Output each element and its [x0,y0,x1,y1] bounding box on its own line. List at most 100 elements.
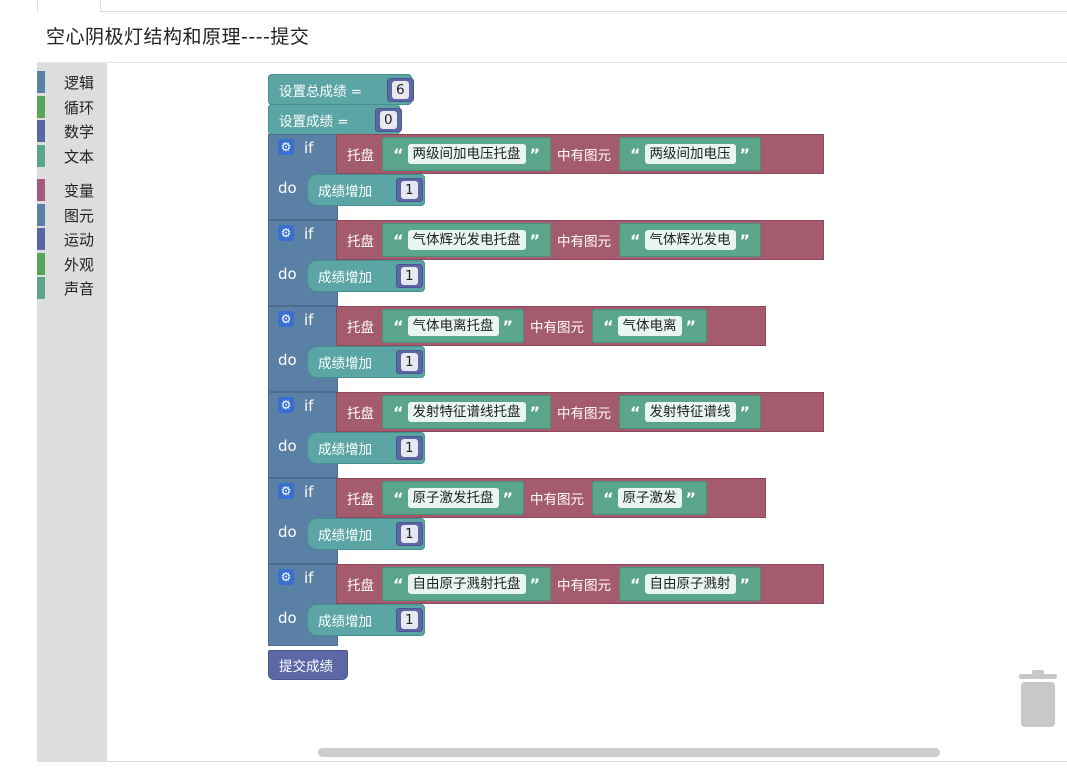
mutator-gear-icon[interactable]: ⚙ [278,483,294,499]
category-label: 图元 [64,206,95,225]
page-title: 空心阴极灯结构和原理----提交 [46,26,310,48]
increment-number-block[interactable]: 1 [396,608,423,632]
increment-number-block[interactable]: 1 [396,522,423,546]
open-quote-icon: “ [393,230,404,250]
toolbox-category[interactable]: 运动 [37,228,107,250]
score-number-block[interactable]: 0 [375,108,402,132]
mutator-gear-icon[interactable]: ⚙ [278,311,294,327]
toolbox-category[interactable]: 文本 [37,145,107,167]
tray-name-string-block[interactable]: “两级间加电压托盘” [382,137,552,171]
element-name-value[interactable]: 气体电离 [617,316,682,336]
element-name-string-block[interactable]: “自由原子溅射” [619,567,762,601]
do-keyword: do [278,351,297,369]
increment-number-block[interactable]: 1 [396,350,423,374]
toolbox-category[interactable]: 数学 [37,120,107,142]
submit-score-block[interactable]: 提交成绩 [268,650,348,680]
mutator-gear-icon[interactable]: ⚙ [278,569,294,585]
score-increase-block[interactable]: 成绩增加 1 [307,346,425,378]
increment-value[interactable]: 1 [401,525,418,543]
tray-has-element-condition[interactable]: 托盘 “气体辉光发电托盘” 中有图元 “气体辉光发电” [336,220,824,260]
score-increase-block[interactable]: 成绩增加 1 [307,604,425,636]
increment-value[interactable]: 1 [401,181,418,199]
tray-name-value[interactable]: 自由原子溅射托盘 [407,574,526,594]
total-score-value[interactable]: 6 [392,81,409,99]
tray-has-element-condition[interactable]: 托盘 “自由原子溅射托盘” 中有图元 “自由原子溅射” [336,564,824,604]
mutator-gear-icon[interactable]: ⚙ [278,397,294,413]
increment-number-block[interactable]: 1 [396,178,423,202]
score-increase-label: 成绩增加 [318,270,372,286]
score-increase-label: 成绩增加 [318,184,372,200]
close-quote-icon: ” [739,574,751,594]
score-increase-block[interactable]: 成绩增加 1 [307,260,425,292]
increment-number-block[interactable]: 1 [396,264,423,288]
has-element-label: 中有图元 [557,234,612,250]
tray-name-string-block[interactable]: “发射特征谱线托盘” [382,395,552,429]
toolbox-category[interactable]: 图元 [37,204,107,226]
tray-name-string-block[interactable]: “原子激发托盘” [382,481,525,515]
toolbox-category[interactable]: 循环 [37,96,107,118]
set-score-block[interactable]: 设置成绩 = 0 [268,104,402,135]
element-name-string-block[interactable]: “气体电离” [592,309,708,343]
toolbox-category[interactable]: 外观 [37,253,107,275]
element-name-string-block[interactable]: “两级间加电压” [619,137,762,171]
tray-name-value[interactable]: 原子激发托盘 [407,488,499,508]
tray-name-value[interactable]: 两级间加电压托盘 [407,144,526,164]
open-quote-icon: “ [393,144,404,164]
has-element-label: 中有图元 [530,320,585,336]
score-increase-block[interactable]: 成绩增加 1 [307,518,425,550]
do-keyword: do [278,265,297,283]
element-name-value[interactable]: 两级间加电压 [644,144,736,164]
category-color-swatch [37,120,45,142]
score-increase-label: 成绩增加 [318,442,372,458]
tray-name-string-block[interactable]: “气体辉光发电托盘” [382,223,552,257]
increment-value[interactable]: 1 [401,267,418,285]
tray-name-string-block[interactable]: “气体电离托盘” [382,309,525,343]
active-tab[interactable] [37,0,101,12]
increment-value[interactable]: 1 [401,439,418,457]
open-quote-icon: “ [393,574,404,594]
open-quote-icon: “ [603,488,614,508]
element-name-string-block[interactable]: “发射特征谱线” [619,395,762,429]
element-name-string-block[interactable]: “气体辉光发电” [619,223,762,257]
increment-number-block[interactable]: 1 [396,436,423,460]
category-color-swatch [37,179,45,201]
score-increase-block[interactable]: 成绩增加 1 [307,174,425,206]
trash-icon[interactable] [1018,670,1058,728]
has-element-label: 中有图元 [557,148,612,164]
toolbox-category[interactable]: 逻辑 [37,71,107,93]
tray-has-element-condition[interactable]: 托盘 “原子激发托盘” 中有图元 “原子激发” [336,478,766,518]
score-increase-label: 成绩增加 [318,356,372,372]
element-name-value[interactable]: 自由原子溅射 [644,574,736,594]
tray-label: 托盘 [347,578,374,594]
set-total-score-block[interactable]: 设置总成绩 = 6 [268,74,414,105]
tray-has-element-condition[interactable]: 托盘 “气体电离托盘” 中有图元 “气体电离” [336,306,766,346]
tray-name-string-block[interactable]: “自由原子溅射托盘” [382,567,552,601]
increment-value[interactable]: 1 [401,353,418,371]
element-name-value[interactable]: 发射特征谱线 [644,402,736,422]
tray-has-element-condition[interactable]: 托盘 “发射特征谱线托盘” 中有图元 “发射特征谱线” [336,392,824,432]
category-label: 循环 [64,98,95,117]
tray-name-value[interactable]: 气体电离托盘 [407,316,499,336]
open-quote-icon: “ [603,316,614,336]
element-name-string-block[interactable]: “原子激发” [592,481,708,515]
horizontal-scrollbar[interactable] [318,748,940,757]
score-increase-block[interactable]: 成绩增加 1 [307,432,425,464]
open-quote-icon: “ [630,230,641,250]
element-name-value[interactable]: 原子激发 [617,488,682,508]
toolbox-category[interactable]: 声音 [37,277,107,299]
score-value[interactable]: 0 [380,111,397,129]
tray-label: 托盘 [347,234,374,250]
close-quote-icon: ” [502,488,514,508]
toolbox-category[interactable]: 变量 [37,179,107,201]
total-score-number-block[interactable]: 6 [387,78,414,102]
close-quote-icon: ” [529,574,541,594]
tray-name-value[interactable]: 气体辉光发电托盘 [407,230,526,250]
mutator-gear-icon[interactable]: ⚙ [278,139,294,155]
tray-has-element-condition[interactable]: 托盘 “两级间加电压托盘” 中有图元 “两级间加电压” [336,134,824,174]
category-label: 数学 [64,122,95,141]
mutator-gear-icon[interactable]: ⚙ [278,225,294,241]
increment-value[interactable]: 1 [401,611,418,629]
tray-name-value[interactable]: 发射特征谱线托盘 [407,402,526,422]
element-name-value[interactable]: 气体辉光发电 [644,230,736,250]
tray-label: 托盘 [347,406,374,422]
